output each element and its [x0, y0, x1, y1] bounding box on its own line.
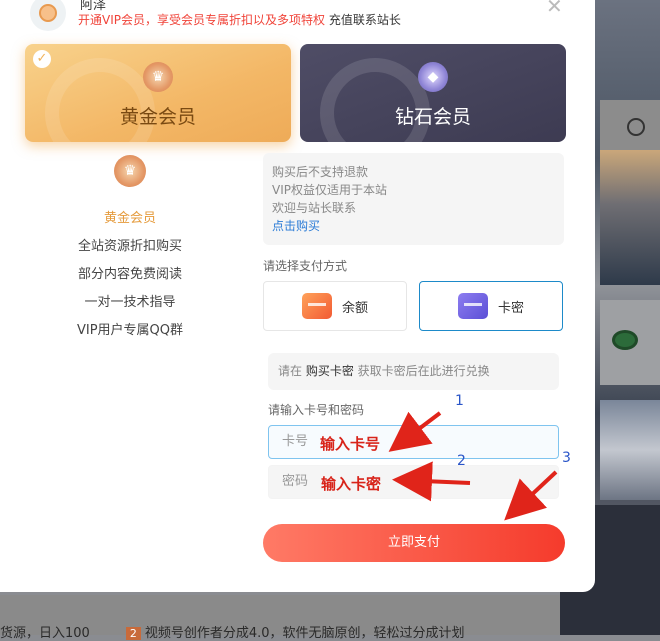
background-text: 货源，日入100 [0, 626, 90, 641]
perk-item: 部分内容免费阅读 [77, 267, 182, 282]
buy-link[interactable]: 点击购买 [272, 217, 564, 235]
perk-item: VIP用户专属QQ群 [76, 323, 184, 338]
payment-option-card[interactable]: 卡密 [419, 281, 563, 331]
background-number-badge: 2 [125, 627, 141, 640]
payment-option-label: 卡密 [497, 300, 524, 316]
avatar [30, 0, 66, 31]
hint-text: 获取卡密后在此进行兑换 [353, 364, 490, 378]
payment-option-label: 余额 [341, 300, 368, 316]
perk-item: 一对一技术指导 [84, 295, 176, 310]
wallet-icon [301, 293, 332, 319]
watermark-icon [320, 58, 430, 142]
notice-line: 欢迎与站长联系 [272, 201, 357, 215]
buy-card-link[interactable]: 购买卡密 [306, 364, 354, 378]
step-number: 3 [562, 450, 571, 466]
purchase-notice: 购买后不支持退款 VIP权益仅适用于本站 欢迎与站长联系 点击购买 [263, 153, 564, 245]
tier-label-diamond: 钻石会员 [394, 106, 471, 128]
card-password-field[interactable]: 密码 [268, 465, 559, 499]
promo-contact: 充值联系站长 [325, 13, 401, 27]
step-number: 1 [455, 393, 464, 409]
background-image [600, 150, 660, 285]
background-image [600, 400, 660, 500]
avatar-face-icon [39, 4, 57, 22]
annotation-password: 输入卡密 [321, 475, 382, 493]
promo-highlight: 开通VIP会员，享受会员专属折扣以及多项特权 [78, 13, 325, 27]
diamond-icon: ◆ [418, 62, 448, 92]
search-icon [627, 118, 645, 136]
tier-card-gold[interactable]: ✓ ♛ 黄金会员 [25, 44, 291, 142]
close-icon[interactable]: ✕ [546, 0, 563, 18]
notice-line: VIP权益仅适用于本站 [272, 183, 387, 197]
check-icon: ✓ [33, 50, 51, 68]
eye-icon [612, 330, 638, 350]
pay-now-button[interactable]: 立即支付 [263, 524, 565, 562]
notice-line: 购买后不支持退款 [272, 165, 369, 179]
background-text: 视频号创作者分成4.0，软件无脑原创，轻松过分成计划 [144, 626, 465, 641]
benefits-title: 黄金会员 [103, 211, 156, 226]
crown-icon: ♛ [143, 62, 173, 92]
card-icon [457, 293, 488, 319]
tier-label-gold: 黄金会员 [119, 106, 196, 128]
hint-text: 请在 [278, 364, 306, 378]
perk-item: 全站资源折扣购买 [77, 239, 182, 254]
tier-benefits: ♛ 黄金会员 全站资源折扣购买 部分内容免费阅读 一对一技术指导 VIP用户专属… [25, 155, 235, 338]
perk-list: 全站资源折扣购买 部分内容免费阅读 一对一技术指导 VIP用户专属QQ群 [25, 235, 235, 338]
annotation-card: 输入卡号 [320, 435, 381, 453]
crown-icon: ♛ [114, 155, 146, 187]
tier-card-diamond[interactable]: ◆ 钻石会员 [300, 44, 566, 142]
redeem-hint: 请在 购买卡密 获取卡密后在此进行兑换 [268, 353, 559, 390]
card-number-field[interactable]: 卡号 [268, 425, 559, 459]
card-section-label: 请输入卡号和密码 [268, 403, 365, 417]
payment-method-label: 请选择支付方式 [263, 259, 348, 273]
step-number: 2 [457, 453, 466, 469]
promo-text: 开通VIP会员，享受会员专属折扣以及多项特权 充值联系站长 [78, 11, 401, 28]
payment-option-balance[interactable]: 余额 [263, 281, 407, 331]
vip-modal: 阿泽 开通VIP会员，享受会员专属折扣以及多项特权 充值联系站长 ✕ ✓ ♛ 黄… [0, 0, 595, 592]
background-footer-text: 货源，日入100 2 视频号创作者分成4.0，软件无脑原创，轻松过分成计划 [0, 622, 465, 641]
watermark-icon [45, 58, 155, 142]
